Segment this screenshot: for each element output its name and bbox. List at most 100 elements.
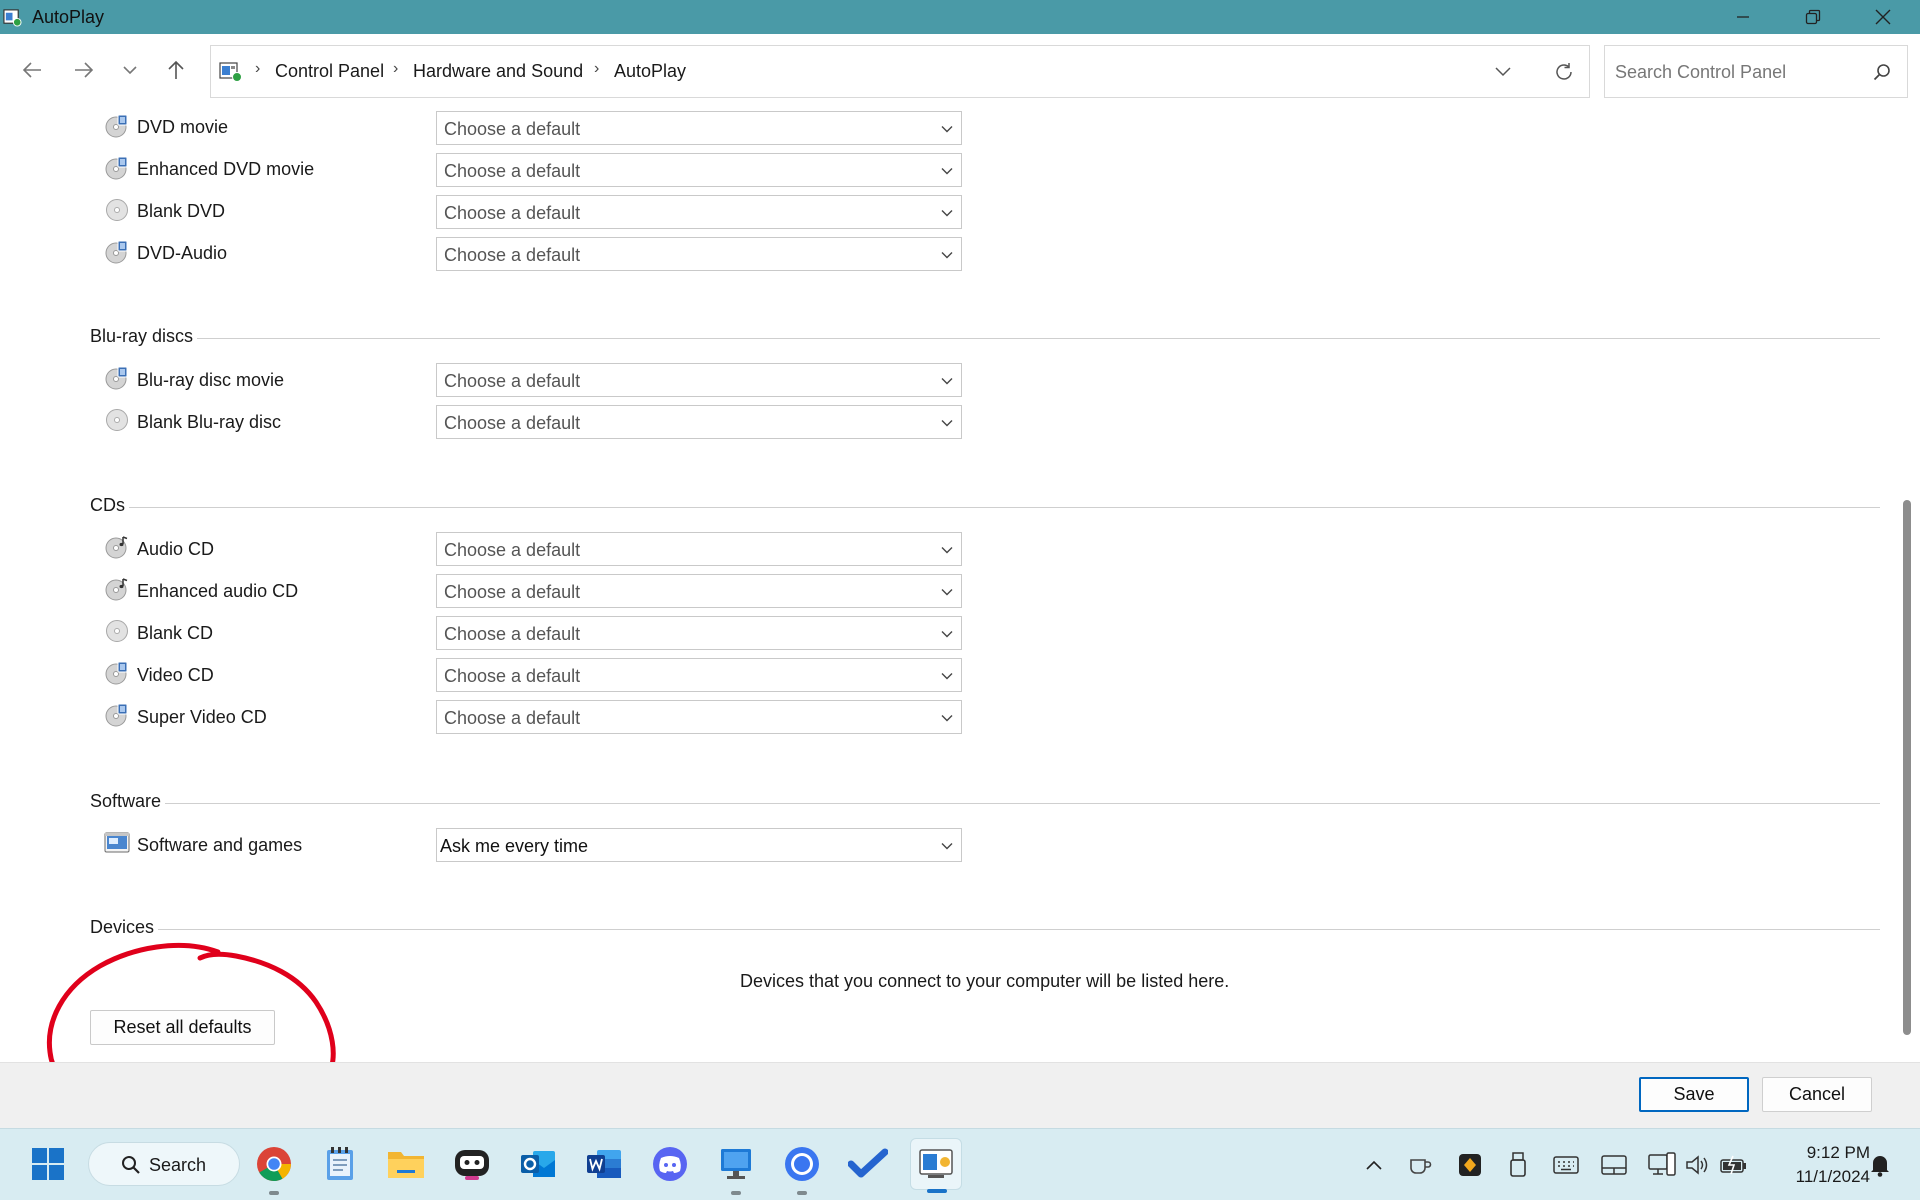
- recent-locations-button[interactable]: [112, 54, 148, 86]
- chat-bubble-icon: [785, 1147, 819, 1181]
- save-button[interactable]: Save: [1639, 1077, 1749, 1112]
- discord-taskbar-button[interactable]: [648, 1142, 692, 1186]
- signal-taskbar-button[interactable]: [780, 1142, 824, 1195]
- media-type-label: Blu-ray disc movie: [137, 370, 285, 390]
- word-taskbar-button[interactable]: [582, 1142, 626, 1186]
- chevron-down-icon: [941, 673, 953, 680]
- chevron-down-icon: [941, 631, 953, 638]
- chevron-down-icon: [123, 66, 137, 75]
- forward-button[interactable]: [66, 54, 102, 86]
- media-type-label: Blank DVD: [137, 201, 226, 221]
- arrow-right-icon: [75, 62, 94, 78]
- breadcrumb-separator: ›: [393, 60, 399, 77]
- chevron-up-icon: [1366, 1160, 1382, 1170]
- media-type-label: Enhanced DVD movie: [137, 159, 315, 179]
- breadcrumb-separator: ›: [594, 60, 600, 77]
- network-button[interactable]: [1648, 1151, 1676, 1179]
- search-input[interactable]: [1615, 58, 1855, 86]
- group-title-bluray: Blu-ray discs: [90, 326, 198, 347]
- breadcrumb-control-panel[interactable]: Control Panel: [275, 61, 384, 82]
- enhanced-dvd-movie-default-dropdown[interactable]: Choose a default: [436, 153, 962, 187]
- scrollbar-thumb[interactable]: [1903, 500, 1911, 1035]
- window-title: AutoPlay: [32, 7, 105, 27]
- notepad-taskbar-button[interactable]: [318, 1142, 362, 1186]
- running-indicator: [731, 1191, 741, 1195]
- dropdown-value: Choose a default: [444, 666, 581, 686]
- start-button[interactable]: [26, 1142, 70, 1186]
- taskbar: Search 9:12 PM 11/1/2024: [0, 1128, 1920, 1200]
- restore-button[interactable]: [1778, 0, 1848, 34]
- dvd-movie-icon: [105, 703, 128, 727]
- breadcrumb-autoplay[interactable]: AutoPlay: [614, 61, 686, 82]
- search-icon[interactable]: [1873, 63, 1891, 81]
- touchpad-button[interactable]: [1600, 1151, 1628, 1179]
- blank-dvd-default-dropdown[interactable]: Choose a default: [436, 195, 962, 229]
- remote-desktop-taskbar-button[interactable]: [714, 1142, 758, 1195]
- active-indicator: [927, 1189, 947, 1193]
- usb-device-button[interactable]: [1504, 1151, 1532, 1179]
- app-taskbar-button[interactable]: [450, 1142, 494, 1186]
- battery-button[interactable]: [1720, 1151, 1748, 1179]
- touch-keyboard-button[interactable]: [1552, 1151, 1580, 1179]
- file-explorer-taskbar-button[interactable]: [384, 1142, 428, 1186]
- taskbar-search-label: Search: [149, 1155, 207, 1175]
- outlook-icon: [521, 1151, 555, 1177]
- back-button[interactable]: [14, 54, 50, 86]
- todo-taskbar-button[interactable]: [846, 1142, 890, 1186]
- volume-button[interactable]: [1684, 1151, 1712, 1179]
- taskbar-clock[interactable]: 9:12 PM 11/1/2024: [1760, 1141, 1870, 1189]
- close-button[interactable]: [1848, 0, 1918, 34]
- show-hidden-icons-button[interactable]: [1360, 1151, 1388, 1179]
- chrome-taskbar-button[interactable]: [252, 1142, 296, 1195]
- tray-app-button[interactable]: [1456, 1151, 1484, 1179]
- dvd-audio-default-dropdown[interactable]: Choose a default: [436, 237, 962, 271]
- group-title-cds: CDs: [90, 495, 129, 516]
- blank-bluray-default-dropdown[interactable]: Choose a default: [436, 405, 962, 439]
- software-and-games-default-dropdown[interactable]: Ask me every time: [436, 828, 962, 862]
- dropdown-value: Choose a default: [444, 413, 581, 433]
- refresh-button[interactable]: [1551, 59, 1577, 85]
- blank-cd-default-dropdown[interactable]: Choose a default: [436, 616, 962, 650]
- video-cd-default-dropdown[interactable]: Choose a default: [436, 658, 962, 692]
- outlook-taskbar-button[interactable]: [516, 1142, 560, 1186]
- media-type-label: Audio CD: [137, 539, 215, 559]
- search-box[interactable]: [1604, 45, 1908, 98]
- control-panel-icon: [219, 62, 242, 82]
- folder-icon: [388, 1152, 424, 1178]
- chevron-down-icon: [941, 168, 953, 175]
- chevron-down-icon: [941, 547, 953, 554]
- dvd-movie-icon: [105, 114, 128, 138]
- taskbar-search-box[interactable]: Search: [88, 1142, 240, 1186]
- up-button[interactable]: [158, 54, 194, 86]
- media-type-label: DVD movie: [137, 117, 229, 137]
- group-divider: [90, 338, 1880, 339]
- speaker-icon: [1686, 1155, 1708, 1175]
- media-type-label: Enhanced audio CD: [137, 581, 299, 601]
- blank-disc-icon: [106, 620, 128, 642]
- enhanced-audio-cd-default-dropdown[interactable]: Choose a default: [436, 574, 962, 608]
- dvd-movie-icon: [105, 366, 128, 390]
- minimize-button[interactable]: [1708, 0, 1778, 34]
- chrome-icon: [257, 1147, 291, 1181]
- media-type-label: Software and games: [137, 835, 303, 855]
- super-video-cd-default-dropdown[interactable]: Choose a default: [436, 700, 962, 734]
- cancel-button[interactable]: Cancel: [1762, 1077, 1872, 1112]
- address-history-button[interactable]: [1491, 61, 1515, 83]
- reset-all-defaults-button[interactable]: Reset all defaults: [90, 1010, 275, 1045]
- checkmark-icon: [848, 1148, 888, 1178]
- media-type-label: Super Video CD: [137, 707, 267, 727]
- dvd-movie-default-dropdown[interactable]: Choose a default: [436, 111, 962, 145]
- chat-bot-icon: [455, 1150, 489, 1180]
- address-bar[interactable]: › Control Panel › Hardware and Sound › A…: [210, 45, 1590, 98]
- breadcrumb-hardware-and-sound[interactable]: Hardware and Sound: [413, 61, 583, 82]
- tray-app-button[interactable]: [1406, 1151, 1434, 1179]
- notifications-button[interactable]: [1866, 1151, 1894, 1179]
- control-panel-taskbar-button[interactable]: [910, 1138, 962, 1193]
- dropdown-value: Choose a default: [444, 708, 581, 728]
- dropdown-value: Choose a default: [444, 540, 581, 560]
- windows-icon: [32, 1148, 64, 1180]
- battery-charging-icon: [1720, 1155, 1746, 1175]
- bluray-movie-default-dropdown[interactable]: Choose a default: [436, 363, 962, 397]
- group-title-devices: Devices: [90, 917, 159, 938]
- audio-cd-default-dropdown[interactable]: Choose a default: [436, 532, 962, 566]
